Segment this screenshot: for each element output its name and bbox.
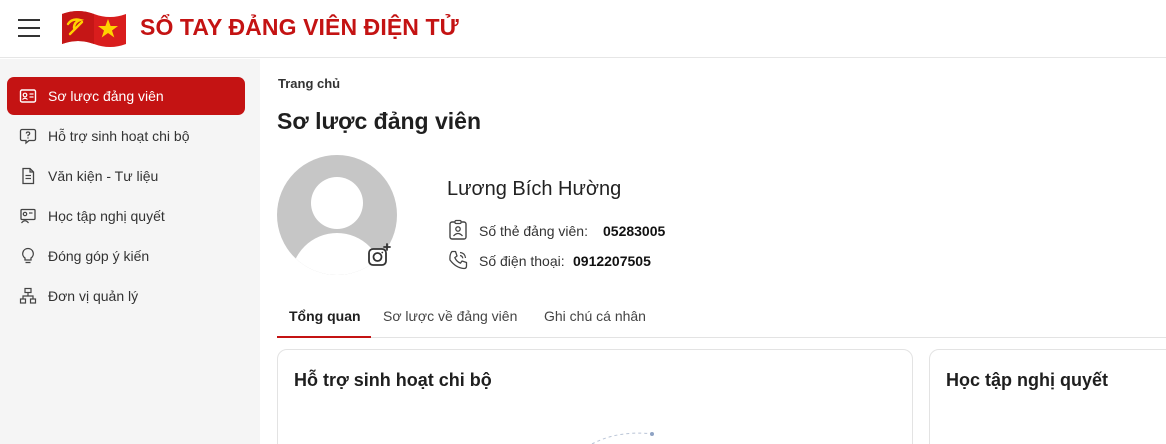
sidebar-item-don-vi-quan-ly[interactable]: Đơn vị quản lý	[7, 277, 245, 315]
party-flag-logo	[62, 11, 126, 47]
illustration-fragment	[591, 432, 655, 444]
phone-number: 0912207505	[573, 253, 651, 269]
party-card-number: 05283005	[603, 223, 666, 239]
id-card-icon	[19, 89, 37, 103]
sidebar-item-hoc-tap-nghi-quyet[interactable]: Học tập nghị quyết	[7, 197, 245, 235]
sidebar-item-label: Đóng góp ý kiến	[48, 248, 150, 264]
tab-tong-quan[interactable]: Tổng quan	[289, 300, 361, 338]
card-ho-tro-sinh-hoat[interactable]: Hỗ trợ sinh hoạt chi bộ	[277, 349, 913, 444]
sidebar-item-dong-gop-y-kien[interactable]: Đóng góp ý kiến	[7, 237, 245, 275]
card-title: Học tập nghị quyết	[946, 370, 1108, 390]
phone-icon	[449, 250, 468, 270]
sidebar: Sơ lược đảng viên Hỗ trợ sinh hoạt chi b…	[0, 59, 260, 444]
menu-icon[interactable]	[16, 16, 42, 40]
sidebar-item-label: Sơ lược đảng viên	[48, 88, 164, 104]
add-photo-icon[interactable]	[365, 242, 393, 270]
lightbulb-icon	[22, 247, 34, 264]
app-header: SỔ TAY ĐẢNG VIÊN ĐIỆN TỬ	[0, 0, 1166, 58]
document-icon	[22, 167, 35, 185]
app-title: SỔ TAY ĐẢNG VIÊN ĐIỆN TỬ	[140, 14, 459, 40]
party-card-label: Số thẻ đảng viên:	[479, 223, 588, 239]
card-title: Hỗ trợ sinh hoạt chi bộ	[294, 370, 492, 390]
sidebar-item-so-luoc-dang-vien[interactable]: Sơ lược đảng viên	[7, 77, 245, 115]
org-chart-icon	[19, 287, 37, 304]
card-hoc-tap-nghi-quyet[interactable]: Học tập nghị quyết	[929, 349, 1166, 444]
breadcrumb[interactable]: Trang chủ	[278, 76, 340, 91]
sidebar-item-label: Đơn vị quản lý	[48, 288, 139, 304]
active-tab-indicator	[277, 336, 371, 338]
tab-ghi-chu-ca-nhan[interactable]: Ghi chú cá nhân	[544, 300, 646, 338]
tab-bar: Tổng quan Sơ lược về đảng viên Ghi chú c…	[277, 300, 1166, 338]
sidebar-item-label: Văn kiện - Tư liệu	[48, 168, 159, 184]
tab-so-luoc-ve-dang-vien[interactable]: Sơ lược về đảng viên	[383, 300, 517, 338]
sidebar-item-ho-tro-sinh-hoat[interactable]: Hỗ trợ sinh hoạt chi bộ	[7, 117, 245, 155]
member-name: Lương Bích Hường	[447, 178, 622, 200]
sidebar-item-label: Hỗ trợ sinh hoạt chi bộ	[48, 128, 190, 144]
study-icon	[20, 208, 36, 224]
help-chat-icon	[19, 128, 37, 145]
sidebar-item-label: Học tập nghị quyết	[48, 208, 165, 224]
badge-icon	[449, 219, 467, 240]
sidebar-item-van-kien-tu-lieu[interactable]: Văn kiện - Tư liệu	[7, 157, 245, 195]
phone-label: Số điện thoại:	[479, 253, 565, 269]
page-title: Sơ lược đảng viên	[277, 108, 482, 134]
